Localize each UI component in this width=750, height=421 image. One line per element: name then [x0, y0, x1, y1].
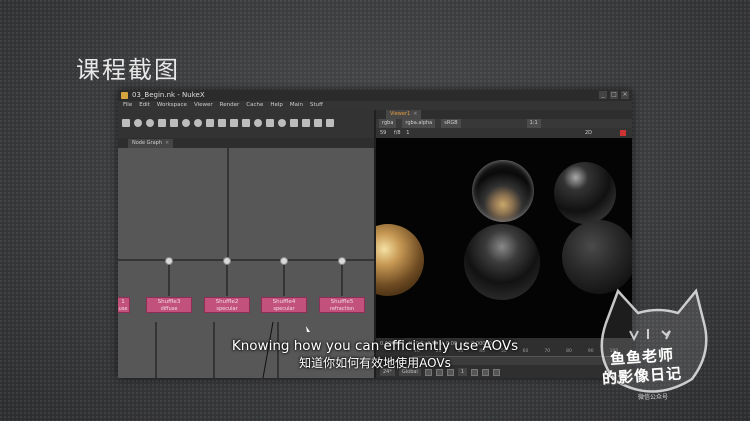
- node-subtitle: specular: [216, 306, 238, 312]
- menu-workspace[interactable]: Workspace: [157, 101, 187, 110]
- deep-tool-icon[interactable]: [254, 119, 262, 127]
- tab-viewer1-label: Viewer1: [390, 111, 411, 117]
- menu-file[interactable]: File: [123, 101, 132, 110]
- time-tool-icon[interactable]: [146, 119, 154, 127]
- menu-bar: File Edit Workspace Viewer Render Cache …: [118, 101, 632, 110]
- toolsets-tool-icon[interactable]: [290, 119, 298, 127]
- node-title: 1: [121, 299, 125, 305]
- zoom-dropdown[interactable]: 1:1: [526, 119, 541, 128]
- colorspace-dropdown[interactable]: sRGB: [441, 119, 461, 128]
- window-title: 03_Begin.nk - NukeX: [132, 91, 205, 99]
- reflective-sphere: [464, 224, 540, 300]
- dot-node[interactable]: [165, 257, 173, 265]
- viewer-toolbar-2: 59 f/8 1 2D: [376, 128, 632, 138]
- node-subtitle: use: [118, 306, 128, 312]
- viewer-toolbar: rgba rgba.alpha sRGB 1:1: [376, 119, 632, 128]
- menu-help[interactable]: Help: [270, 101, 283, 110]
- shuffle-node[interactable]: Shuffle4 specular: [261, 297, 307, 313]
- node-title: Shuffle5: [330, 299, 354, 305]
- view-mode-dropdown[interactable]: 2D: [585, 128, 592, 138]
- menu-stuff[interactable]: Stuff: [310, 101, 323, 110]
- 3d-tool-icon[interactable]: [230, 119, 238, 127]
- menu-viewer[interactable]: Viewer: [194, 101, 213, 110]
- tab-viewer1[interactable]: Viewer1 ×: [386, 110, 422, 119]
- shuffle-node[interactable]: Shuffle5 refraction: [319, 297, 365, 313]
- nukex-window: 03_Begin.nk - NukeX _ □ × File Edit Work…: [118, 90, 632, 378]
- shuffle-node[interactable]: Shuffle2 specular: [204, 297, 250, 313]
- node-graph-tabbar: Node Graph ×: [118, 138, 374, 148]
- ofx-tool-icon[interactable]: [326, 119, 334, 127]
- channels-dropdown[interactable]: rgba: [379, 119, 397, 128]
- tab-node-graph-label: Node Graph: [132, 140, 162, 146]
- filter-tool-icon[interactable]: [182, 119, 190, 127]
- merge-tool-icon[interactable]: [206, 119, 214, 127]
- menu-main[interactable]: Main: [290, 101, 303, 110]
- node-subtitle: specular: [273, 306, 295, 312]
- shuffle-node[interactable]: 1 use: [118, 297, 130, 313]
- keyer-tool-icon[interactable]: [194, 119, 202, 127]
- draw-tool-icon[interactable]: [134, 119, 142, 127]
- chrome-sphere: [472, 160, 534, 222]
- image-tool-icon[interactable]: [122, 119, 130, 127]
- node-subtitle: refraction: [329, 306, 355, 312]
- particles-tool-icon[interactable]: [242, 119, 250, 127]
- node-toolbar: [118, 110, 374, 139]
- slide-title: 课程截图: [76, 56, 180, 84]
- window-titlebar: 03_Begin.nk - NukeX _ □ ×: [118, 90, 632, 101]
- menu-render[interactable]: Render: [220, 101, 240, 110]
- alpha-dropdown[interactable]: rgba.alpha: [402, 119, 436, 128]
- close-button[interactable]: ×: [621, 91, 629, 99]
- dot-node[interactable]: [280, 257, 288, 265]
- stop-icon[interactable]: [620, 130, 626, 136]
- shuffle-node[interactable]: Shuffle3 diffuse: [146, 297, 192, 313]
- node-subtitle: diffuse: [160, 306, 178, 312]
- gold-sphere: [376, 224, 424, 296]
- dot-node[interactable]: [338, 257, 346, 265]
- exposure-value[interactable]: 1: [406, 130, 409, 136]
- dot-node[interactable]: [223, 257, 231, 265]
- node-title: Shuffle2: [215, 299, 239, 305]
- views-tool-icon[interactable]: [266, 119, 274, 127]
- transform-tool-icon[interactable]: [218, 119, 226, 127]
- nuke-app-icon: [121, 92, 128, 99]
- channel-tool-icon[interactable]: [158, 119, 166, 127]
- frame-field[interactable]: 59: [380, 130, 386, 136]
- viewer-tabbar: Viewer1 ×: [376, 110, 632, 119]
- furnace-tool-icon[interactable]: [314, 119, 322, 127]
- metadata-tool-icon[interactable]: [278, 119, 286, 127]
- menu-cache[interactable]: Cache: [246, 101, 263, 110]
- menu-edit[interactable]: Edit: [139, 101, 150, 110]
- close-icon[interactable]: ×: [413, 111, 417, 117]
- color-tool-icon[interactable]: [170, 119, 178, 127]
- node-title: Shuffle3: [157, 299, 181, 305]
- node-title: Shuffle4: [272, 299, 296, 305]
- minimize-button[interactable]: _: [599, 91, 607, 99]
- glass-sphere: [554, 162, 616, 224]
- exposure-label: f/8: [393, 130, 401, 136]
- tab-node-graph[interactable]: Node Graph ×: [128, 139, 174, 148]
- other-tool-icon[interactable]: [302, 119, 310, 127]
- close-icon[interactable]: ×: [165, 140, 169, 146]
- watermark-small: 微信公众号: [638, 394, 669, 401]
- maximize-button[interactable]: □: [610, 91, 618, 99]
- mouse-cursor: [306, 326, 310, 332]
